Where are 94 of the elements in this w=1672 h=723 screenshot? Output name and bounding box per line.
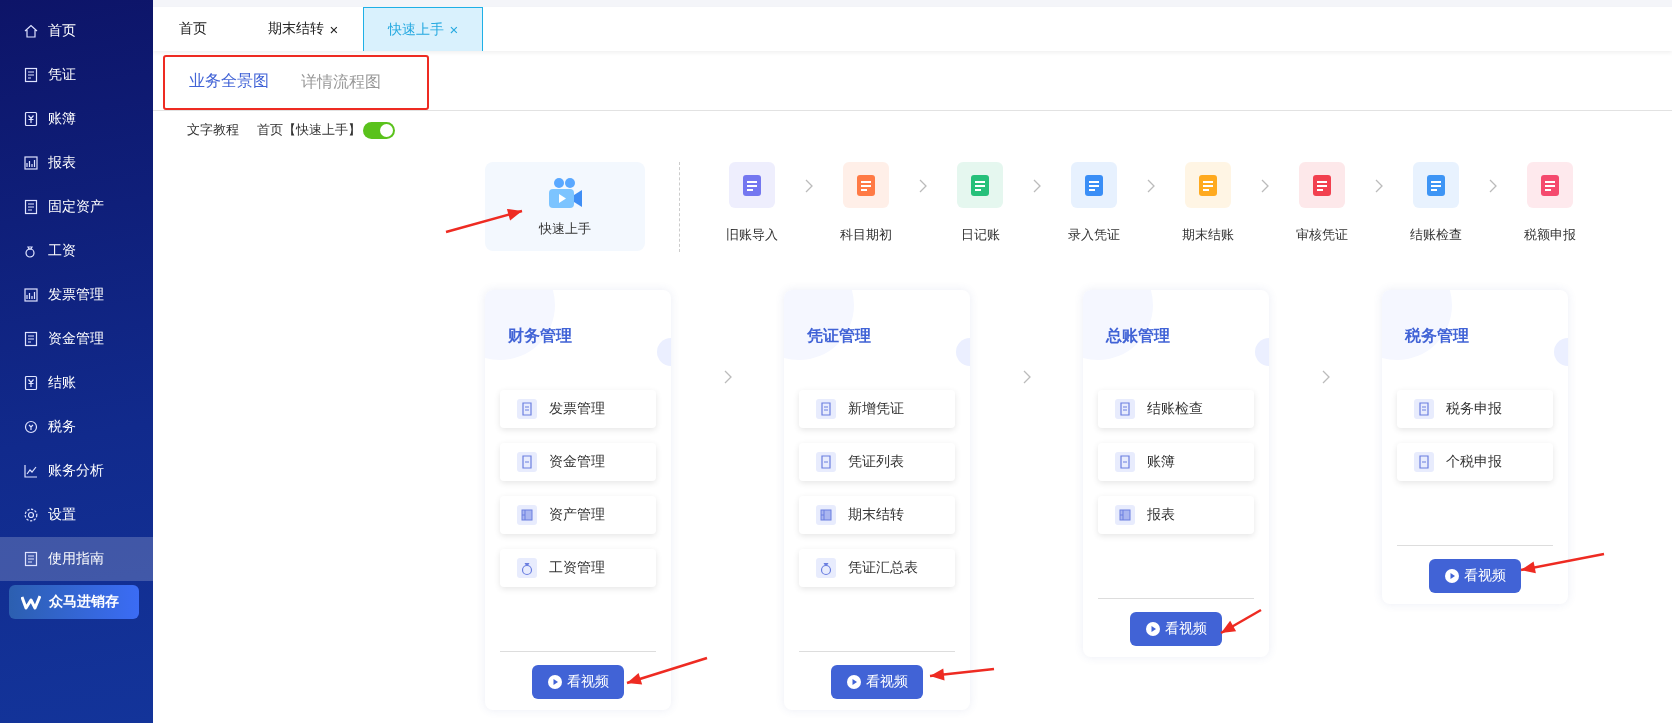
grid-icon <box>816 505 836 525</box>
play-icon <box>1145 622 1160 636</box>
sidebar-item[interactable]: 资金管理 <box>0 317 153 361</box>
card-title: 财务管理 <box>508 327 572 344</box>
chevron-right-icon <box>1033 179 1041 193</box>
home-icon <box>23 23 39 39</box>
grid-icon <box>1115 505 1135 525</box>
card-title: 总账管理 <box>1106 327 1170 344</box>
module-item[interactable]: 凭证列表 <box>799 443 955 481</box>
tab-label: 快速上手 <box>387 20 444 39</box>
chevron-right-icon <box>1261 179 1269 193</box>
tutorial-label: 文字教程 <box>187 121 239 139</box>
settings-icon <box>23 507 39 523</box>
receipt-icon <box>1115 452 1135 472</box>
chevron-right-icon <box>724 370 732 384</box>
page-tab[interactable]: 首页 <box>163 7 243 51</box>
chevron-right-icon <box>1489 179 1497 193</box>
annotation-arrow <box>1220 608 1262 635</box>
line-icon <box>23 463 39 479</box>
module-item[interactable]: 结账检查 <box>1098 390 1254 428</box>
document-icon <box>1414 399 1434 419</box>
module-item[interactable]: 凭证汇总表 <box>799 549 955 587</box>
document-icon <box>1115 399 1135 419</box>
module-item[interactable]: 期末结转 <box>799 496 955 534</box>
w-logo-icon <box>21 594 41 610</box>
module-item[interactable]: 账簿 <box>1098 443 1254 481</box>
sidebar-item[interactable]: 结账 <box>0 361 153 405</box>
chevron-right-icon <box>1147 179 1155 193</box>
yen-icon <box>23 111 39 127</box>
yen-icon <box>23 375 39 391</box>
chevron-right-icon <box>805 179 813 193</box>
sidebar-item[interactable]: 报表 <box>0 141 153 185</box>
module-item[interactable]: 报表 <box>1098 496 1254 534</box>
module-item[interactable]: 税务申报 <box>1397 390 1553 428</box>
tab-label: 首页 <box>179 20 207 38</box>
chevron-right-icon <box>919 179 927 193</box>
chevron-right-icon <box>1322 370 1330 384</box>
receipt-icon <box>517 452 537 472</box>
sidebar-item[interactable]: 工资 <box>0 229 153 273</box>
annotation-arrow <box>929 667 995 681</box>
view-tab[interactable]: 业务全景图 <box>173 54 285 110</box>
doc-icon <box>23 331 39 347</box>
sidebar-item[interactable]: 设置 <box>0 493 153 537</box>
step-item[interactable]: 录入凭证 <box>1054 162 1134 244</box>
tab-label: 期末结转 <box>267 20 324 38</box>
book-icon <box>23 551 39 567</box>
play-icon <box>547 675 562 689</box>
doc-icon <box>23 67 39 83</box>
receipt-icon <box>1414 452 1434 472</box>
module-item[interactable]: 新增凭证 <box>799 390 955 428</box>
sidebar-item[interactable]: 固定资产 <box>0 185 153 229</box>
watch-video-button[interactable]: 看视频 <box>1429 559 1521 593</box>
step-item[interactable]: 科目期初 <box>826 162 906 244</box>
play-icon <box>1444 569 1459 583</box>
quick-start-card[interactable]: 快速上手 <box>485 162 645 251</box>
sidebar-item[interactable]: 使用指南 <box>0 537 153 581</box>
step-item[interactable]: 期末结账 <box>1168 162 1248 244</box>
sidebar-item[interactable]: 凭证 <box>0 53 153 97</box>
watch-video-button[interactable]: 看视频 <box>1130 612 1222 646</box>
card-title: 凭证管理 <box>807 327 871 344</box>
sidebar-item[interactable]: 账簿 <box>0 97 153 141</box>
chevron-right-icon <box>1375 179 1383 193</box>
page-tab[interactable]: 期末结转 × <box>243 7 363 51</box>
module-item[interactable]: 资产管理 <box>500 496 656 534</box>
coin-icon <box>23 419 39 435</box>
module-item[interactable]: 个税申报 <box>1397 443 1553 481</box>
watch-video-button[interactable]: 看视频 <box>831 665 923 699</box>
receipt-icon <box>816 452 836 472</box>
step-item[interactable]: 审核凭证 <box>1282 162 1362 244</box>
chart-icon <box>23 155 39 171</box>
watch-video-button[interactable]: 看视频 <box>532 665 624 699</box>
chart-icon <box>23 287 39 303</box>
brand-button[interactable]: 众马进销存 <box>9 585 139 619</box>
module-item[interactable]: 发票管理 <box>500 390 656 428</box>
sidebar-item[interactable]: 税务 <box>0 405 153 449</box>
module-item[interactable]: 工资管理 <box>500 549 656 587</box>
close-icon[interactable]: × <box>329 20 339 38</box>
step-item[interactable]: 旧账导入 <box>712 162 792 244</box>
sidebar-item[interactable]: 首页 <box>0 9 153 53</box>
chevron-right-icon <box>1023 370 1031 384</box>
tutorial-link[interactable]: 首页【快速上手】 <box>257 121 361 139</box>
toggle-switch[interactable] <box>363 121 395 139</box>
module-item[interactable]: 资金管理 <box>500 443 656 481</box>
card-title: 税务管理 <box>1405 327 1469 344</box>
book-icon <box>23 199 39 215</box>
sidebar-item[interactable]: 发票管理 <box>0 273 153 317</box>
document-icon <box>816 399 836 419</box>
step-item[interactable]: 日记账 <box>940 162 1020 244</box>
step-item[interactable]: 税额申报 <box>1510 162 1590 244</box>
play-icon <box>846 675 861 689</box>
document-icon <box>517 399 537 419</box>
grid-icon <box>517 505 537 525</box>
step-item[interactable]: 结账检查 <box>1396 162 1476 244</box>
sidebar-item[interactable]: 账务分析 <box>0 449 153 493</box>
